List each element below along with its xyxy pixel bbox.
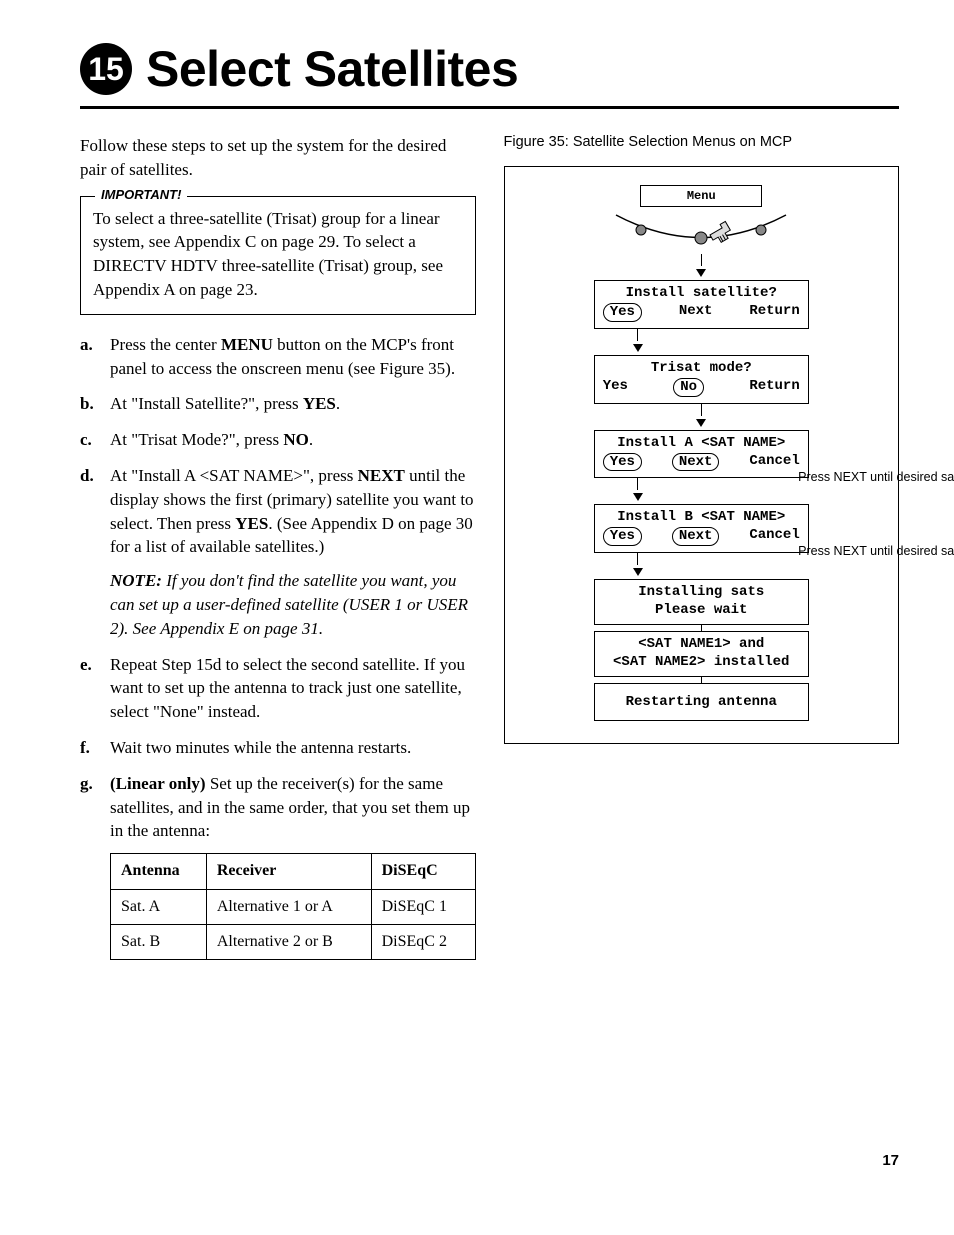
step-f: f. Wait two minutes while the antenna re…: [80, 736, 476, 760]
next-option: Next: [672, 527, 720, 546]
yes-option: Yes: [603, 303, 642, 322]
menu-install-satellite: Install satellite? Yes Next Return: [594, 280, 809, 329]
figure-caption: Figure 35: Satellite Selection Menus on …: [504, 134, 900, 150]
arrow-down-icon: [696, 404, 706, 430]
table-row: Sat. A Alternative 1 or A DiSEqC 1: [111, 889, 476, 924]
step-d: d. At "Install A <SAT NAME>", press NEXT…: [80, 464, 476, 641]
arrow-down-icon: [696, 254, 706, 280]
menu-restarting: Restarting antenna: [594, 683, 809, 721]
step-e: e. Repeat Step 15d to select the second …: [80, 653, 476, 724]
next-option: Next: [672, 453, 720, 472]
arrow-down-icon: [633, 553, 643, 579]
menu-installed: <SAT NAME1> and <SAT NAME2> installed: [594, 631, 809, 677]
flow-diagram: Menu: [504, 166, 900, 744]
step-number-badge: 15: [80, 43, 132, 95]
step-d-note: NOTE: If you don't find the satellite yo…: [110, 569, 476, 640]
important-box: IMPORTANT! To select a three-satellite (…: [80, 196, 476, 315]
right-column: Figure 35: Satellite Selection Menus on …: [504, 134, 900, 972]
step-c: c. At "Trisat Mode?", press NO.: [80, 428, 476, 452]
arrow-down-icon: [633, 329, 643, 355]
yes-option: Yes: [603, 527, 642, 546]
page-title: Select Satellites: [146, 40, 518, 98]
yes-option: Yes: [603, 453, 642, 472]
diseqc-table: Antenna Receiver DiSEqC Sat. A Alternati…: [110, 853, 476, 960]
table-header-row: Antenna Receiver DiSEqC: [111, 854, 476, 889]
intro-text: Follow these steps to set up the system …: [80, 134, 476, 182]
menu-install-b: Install B <SAT NAME> Yes Next Cancel: [594, 504, 809, 553]
mcp-device-icon: Menu: [601, 185, 801, 250]
important-legend: IMPORTANT!: [95, 186, 187, 204]
menu-installing: Installing sats Please wait: [594, 579, 809, 625]
menu-install-a: Install A <SAT NAME> Yes Next Cancel: [594, 430, 809, 479]
important-text: To select a three-satellite (Trisat) gro…: [93, 209, 443, 299]
page-number: 17: [80, 1152, 899, 1169]
side-note-a: Press NEXT until desired satellite shown: [798, 470, 954, 484]
table-row: Sat. B Alternative 2 or B DiSEqC 2: [111, 924, 476, 959]
left-column: Follow these steps to set up the system …: [80, 134, 476, 972]
page-header: 15 Select Satellites: [80, 40, 899, 109]
side-note-b: Press NEXT until desired satellite shown: [798, 544, 954, 558]
step-g: g. (Linear only) Set up the receiver(s) …: [80, 772, 476, 961]
step-a: a. Press the center MENU button on the M…: [80, 333, 476, 381]
arrow-down-icon: [633, 478, 643, 504]
step-letter: a.: [80, 333, 98, 381]
step-b: b. At "Install Satellite?", press YES.: [80, 392, 476, 416]
menu-trisat-mode: Trisat mode? Yes No Return: [594, 355, 809, 404]
mcp-screen-label: Menu: [640, 185, 762, 207]
no-option: No: [673, 378, 704, 397]
